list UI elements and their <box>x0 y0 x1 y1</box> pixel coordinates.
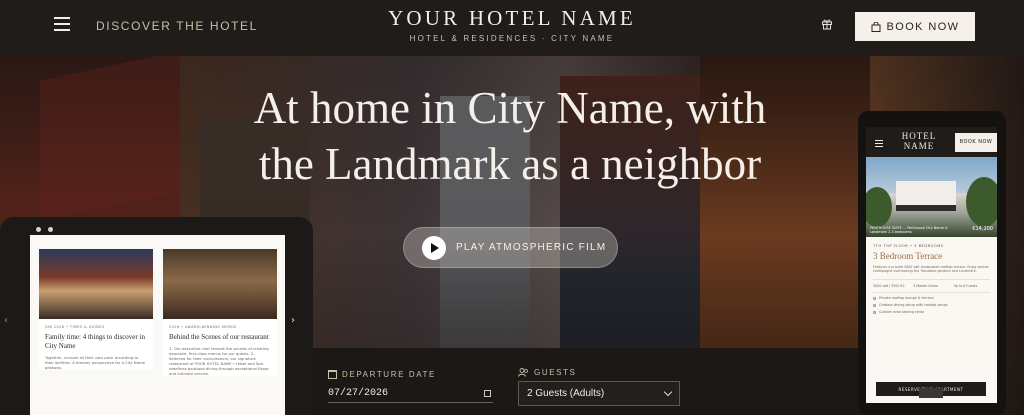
play-film-label: PLAY ATMOSPHERIC FILM <box>456 242 607 253</box>
feature-item: Private rooftop lounge & terrace <box>873 296 990 300</box>
apartment-image-caption: PENTHOUSE SUITE — Penthouse City Name & … <box>870 226 948 234</box>
phone-menu-icon[interactable] <box>875 140 883 149</box>
phone-book-button[interactable]: BOOK NOW <box>955 133 997 152</box>
guests-select[interactable]: 2 Guests (Adults) <box>518 381 680 406</box>
carousel-prev-icon[interactable]: ‹ <box>4 315 8 326</box>
feature-text: Custom wine tasting cellar <box>879 310 925 315</box>
apartment-specs: 3000 sqft / 3500 ft2 3 Master Suites Up … <box>873 279 990 294</box>
apartment-price: €14,200 <box>972 226 993 232</box>
play-film-button[interactable]: PLAY ATMOSPHERIC FILM <box>403 227 618 268</box>
article-image <box>163 249 277 319</box>
apartment-description: Features a private 3000 sqft landscaped … <box>873 265 989 274</box>
article-excerpt: Together, unravel all their own pace acc… <box>45 355 145 370</box>
tree-shape <box>866 187 892 227</box>
book-now-button[interactable]: BOOK NOW <box>855 12 975 41</box>
guests-label-text: GUESTS <box>534 368 577 377</box>
apartment-image: PENTHOUSE SUITE — Penthouse City Name & … <box>866 157 997 237</box>
check-icon <box>873 310 876 314</box>
spec-area: 3000 sqft / 3500 ft2 <box>873 284 905 289</box>
hero-title: At home in City Name, with the Landmark … <box>180 80 840 192</box>
departure-label: DEPARTURE DATE <box>328 370 436 379</box>
phone-home-button <box>919 388 943 398</box>
feature-item: Outdoor dining setup with heated lamps <box>873 303 990 307</box>
departure-label-text: DEPARTURE DATE <box>342 370 436 379</box>
bag-icon <box>871 21 881 32</box>
tablet-sensor <box>48 227 53 232</box>
carousel-next-icon[interactable]: › <box>291 315 295 326</box>
article-meta: 2026 • AWARD-WINNING MENUS <box>169 325 237 329</box>
site-header: DISCOVER THE HOTEL YOUR HOTEL NAME HOTEL… <box>0 0 1024 56</box>
tablet-camera <box>36 227 41 232</box>
phone-mockup: HOTEL NAME BOOK NOW PENTHOUSE SUITE — Pe… <box>858 111 1006 415</box>
apartment-meta: 7TH TOP FLOOR • 3 BEDROOMS <box>873 244 944 248</box>
phone-brand-name: HOTEL NAME <box>901 131 937 151</box>
check-icon <box>873 303 876 307</box>
house-shape <box>896 181 956 211</box>
departure-date-input[interactable]: 07/27/2026 <box>328 385 493 403</box>
spec-suites: 3 Master Suites <box>913 284 939 289</box>
calendar-icon <box>328 370 337 379</box>
tablet-screen: JUN 2026 • TIMES & GUIDES Family time: 4… <box>30 235 285 415</box>
guests-label: GUESTS <box>518 368 577 377</box>
chevron-down-icon <box>663 387 673 396</box>
hero-title-line-2: the Landmark as a neighbor <box>258 139 762 189</box>
check-icon <box>873 296 876 300</box>
article-title[interactable]: Family time: 4 things to discover in Cit… <box>45 333 147 351</box>
departure-date-value: 07/27/2026 <box>328 388 389 399</box>
article-meta: JUN 2026 • TIMES & GUIDES <box>45 325 105 329</box>
people-icon <box>518 368 528 377</box>
tree-shape <box>966 177 997 227</box>
article-image <box>39 249 153 319</box>
apartment-title: 3 Bedroom Terrace <box>873 251 943 261</box>
article-card[interactable]: 2026 • AWARD-WINNING MENUS Behind the Sc… <box>163 249 277 376</box>
tablet-mockup: ‹ JUN 2026 • TIMES & GUIDES Family time:… <box>0 217 313 415</box>
spec-guests: Up to 6 Guests <box>953 284 978 289</box>
phone-header: HOTEL NAME BOOK NOW <box>866 127 997 157</box>
article-excerpt: 1. Our executive chef reveals the secret… <box>169 346 269 376</box>
article-card[interactable]: JUN 2026 • TIMES & GUIDES Family time: 4… <box>39 249 153 370</box>
feature-text: Private rooftop lounge & terrace <box>879 296 934 301</box>
hero-title-line-1: At home in City Name, with <box>253 83 767 133</box>
article-title[interactable]: Behind the Scenes of our restaurant <box>169 333 271 342</box>
book-now-label: BOOK NOW <box>886 20 960 33</box>
feature-text: Outdoor dining setup with heated lamps <box>879 303 948 308</box>
date-picker-icon[interactable] <box>484 390 491 397</box>
phone-screen: HOTEL NAME BOOK NOW PENTHOUSE SUITE — Pe… <box>866 127 997 403</box>
guests-value: 2 Guests (Adults) <box>527 388 605 399</box>
gift-icon[interactable] <box>821 18 833 30</box>
play-icon <box>422 235 446 260</box>
feature-item: Custom wine tasting cellar <box>873 310 990 314</box>
